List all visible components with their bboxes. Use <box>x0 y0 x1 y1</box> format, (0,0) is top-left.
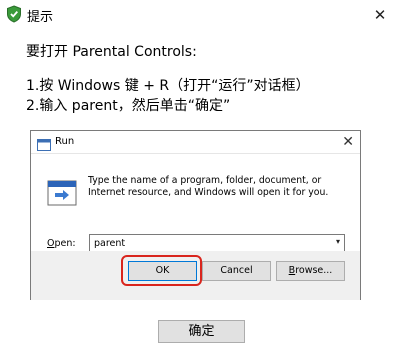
run-close-icon: ✕ <box>342 134 354 150</box>
run-cancel-button: Cancel <box>202 261 271 281</box>
shield-icon <box>6 5 22 23</box>
run-dialog-illustration: Run ✕ Type the name of a program, folder… <box>30 130 361 300</box>
close-icon[interactable]: ✕ <box>374 6 387 24</box>
instruction-step-2: 2.输入 parent，然后单击“确定” <box>26 98 231 114</box>
open-label: Open: <box>47 238 76 249</box>
run-description: Type the name of a program, folder, docu… <box>88 175 329 198</box>
open-input: parent ▾ <box>89 234 345 252</box>
instruction-heading: 要打开 Parental Controls: <box>26 44 197 60</box>
instruction-step-1: 1.按 Windows 键 + R（打开“运行”对话框） <box>26 78 310 94</box>
window-title: 提示 <box>27 10 54 25</box>
ok-highlight-annotation <box>121 255 202 286</box>
run-program-icon <box>47 180 77 206</box>
chevron-down-icon: ▾ <box>335 237 340 246</box>
run-browse-button: Browse... <box>276 261 345 281</box>
run-dialog-title: Run <box>55 136 75 147</box>
run-window-icon <box>37 136 51 151</box>
open-label-text: pen: <box>54 238 76 249</box>
open-input-value: parent <box>94 238 126 249</box>
confirm-button[interactable]: 确定 <box>158 320 245 343</box>
browse-label-text: rowse... <box>295 265 333 276</box>
run-dialog-titlebar: Run ✕ <box>31 131 360 154</box>
run-dialog-body: Type the name of a program, folder, docu… <box>31 154 360 253</box>
close-button[interactable]: ✕ <box>357 0 403 30</box>
title-bar: 提示 ✕ <box>0 0 403 30</box>
